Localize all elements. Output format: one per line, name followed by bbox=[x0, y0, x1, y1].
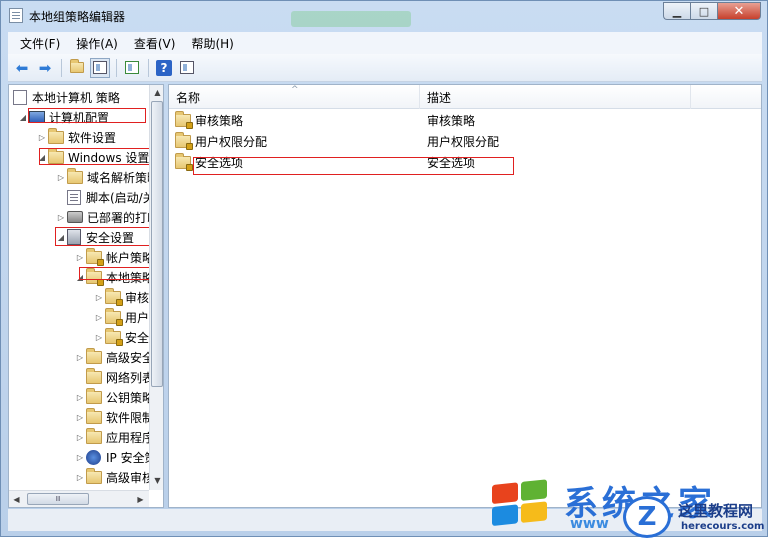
list-item-description: 审核策略 bbox=[427, 114, 476, 128]
title-bar[interactable]: 本地组策略编辑器 ▁ □ ✕ bbox=[1, 1, 767, 31]
folder-icon bbox=[86, 367, 102, 384]
menu-file[interactable]: 文件(F) bbox=[12, 35, 68, 52]
maximize-button[interactable]: □ bbox=[690, 2, 717, 20]
help-icon[interactable]: ? bbox=[154, 58, 174, 78]
collapse-arrow-icon[interactable]: ▷ bbox=[74, 393, 86, 402]
list-item-audit-policy[interactable]: 审核策略 审核策略 bbox=[169, 110, 761, 131]
collapse-arrow-icon[interactable]: ▷ bbox=[74, 433, 86, 442]
export-list-icon[interactable] bbox=[122, 58, 142, 78]
list-item-name: 用户权限分配 bbox=[195, 135, 268, 149]
folder-icon bbox=[67, 167, 83, 184]
menu-view[interactable]: 查看(V) bbox=[126, 35, 184, 52]
folder-icon bbox=[86, 427, 102, 444]
tree-item-account-policies[interactable]: ▷ 帐户策略 bbox=[74, 247, 154, 267]
collapse-arrow-icon[interactable]: ▷ bbox=[93, 333, 105, 342]
app-document-icon bbox=[9, 8, 23, 23]
menu-bar: 文件(F) 操作(A) 查看(V) 帮助(H) bbox=[8, 32, 762, 54]
show-hide-tree-icon[interactable] bbox=[90, 57, 110, 78]
properties-icon[interactable] bbox=[177, 58, 197, 78]
tree-vertical-scroll-thumb[interactable] bbox=[151, 101, 163, 387]
printer-icon bbox=[67, 211, 83, 223]
sort-caret-icon: ^ bbox=[291, 85, 299, 95]
tree-root-label: 本地计算机 策略 bbox=[32, 90, 120, 105]
windows-flag-logo-icon bbox=[492, 479, 550, 529]
collapse-arrow-icon[interactable]: ▷ bbox=[93, 293, 105, 302]
tree-item-label: 公钥策略 bbox=[106, 390, 155, 405]
window-controls: ▁ □ ✕ bbox=[663, 2, 761, 20]
folder-lock-icon bbox=[175, 111, 193, 129]
folder-icon bbox=[86, 467, 102, 484]
tree-item-scripts[interactable]: 脚本(启动/关机) bbox=[55, 187, 163, 207]
folder-lock-icon bbox=[86, 247, 104, 266]
annotation-box bbox=[193, 157, 514, 175]
script-icon bbox=[67, 189, 81, 205]
forward-arrow-icon[interactable]: ➡ bbox=[35, 58, 55, 78]
collapse-arrow-icon[interactable]: ▷ bbox=[93, 313, 105, 322]
watermark-site-name: 这里教程网 bbox=[678, 502, 754, 520]
collapse-arrow-icon[interactable]: ▷ bbox=[74, 253, 86, 262]
list-column-header: 名称 ^ 描述 bbox=[169, 85, 761, 109]
toolbar-separator bbox=[116, 58, 117, 77]
back-arrow-icon[interactable]: ⬅ bbox=[12, 58, 32, 78]
annotation-box bbox=[55, 227, 163, 246]
column-header-description[interactable]: 描述 bbox=[420, 85, 691, 109]
toolbar-separator bbox=[148, 58, 149, 77]
watermark-domain: herecours.com bbox=[681, 521, 765, 532]
tree-root[interactable]: 本地计算机 策略 bbox=[13, 87, 120, 107]
tree-horizontal-scroll-thumb[interactable]: Ⅲ bbox=[27, 493, 89, 505]
tree-item-label: 软件设置 bbox=[68, 130, 117, 145]
folder-icon bbox=[86, 347, 102, 364]
watermark-badge-icon: Z bbox=[623, 496, 671, 538]
tree-horizontal-scrollbar[interactable]: ◀ Ⅲ ▶ bbox=[9, 490, 149, 507]
console-tree-pane[interactable]: 本地计算机 策略 ◢ 计算机配置 ▷ 软件设置 ◢ Windows 设置 ▷ 域 bbox=[8, 84, 164, 508]
tree-item-software-settings[interactable]: ▷ 软件设置 bbox=[36, 127, 116, 147]
tree-item-name-resolution[interactable]: ▷ 域名解析策略 bbox=[55, 167, 159, 187]
list-item-user-rights[interactable]: 用户权限分配 用户权限分配 bbox=[169, 131, 761, 152]
up-folder-icon[interactable] bbox=[67, 58, 87, 78]
scroll-left-icon[interactable]: ◀ bbox=[9, 492, 24, 507]
folder-lock-icon bbox=[175, 132, 193, 150]
collapse-arrow-icon[interactable]: ▷ bbox=[55, 173, 67, 182]
list-item-name: 审核策略 bbox=[195, 114, 244, 128]
annotation-box bbox=[28, 108, 146, 123]
details-pane[interactable]: 名称 ^ 描述 审核策略 审核策略 用户权限分配 用户权限分配 安全选项 安全选… bbox=[168, 84, 762, 508]
scroll-right-icon[interactable]: ▶ bbox=[133, 492, 148, 507]
folder-lock-icon bbox=[105, 287, 123, 306]
scroll-down-icon[interactable]: ▼ bbox=[150, 473, 163, 488]
close-button[interactable]: ✕ bbox=[717, 2, 761, 20]
folder-icon bbox=[86, 387, 102, 404]
toolbar: ⬅ ➡ ? bbox=[8, 54, 762, 82]
collapse-arrow-icon[interactable]: ▷ bbox=[55, 213, 67, 222]
collapse-arrow-icon[interactable]: ▷ bbox=[74, 453, 86, 462]
menu-action[interactable]: 操作(A) bbox=[68, 35, 126, 52]
tree-item-printers[interactable]: ▷ 已部署的打印机 bbox=[55, 207, 163, 227]
toolbar-separator bbox=[61, 58, 62, 77]
annotation-box bbox=[39, 148, 157, 165]
folder-icon bbox=[48, 127, 64, 144]
group-policy-editor-window: 本地组策略编辑器 ▁ □ ✕ 文件(F) 操作(A) 查看(V) 帮助(H) ⬅… bbox=[0, 0, 768, 538]
minimize-button[interactable]: ▁ bbox=[663, 2, 690, 20]
folder-lock-icon bbox=[105, 327, 123, 346]
menu-help[interactable]: 帮助(H) bbox=[183, 35, 241, 52]
window-title: 本地组策略编辑器 bbox=[29, 10, 126, 24]
title-glow-decoration bbox=[291, 11, 411, 27]
folder-lock-icon bbox=[105, 307, 123, 326]
list-item-description: 用户权限分配 bbox=[427, 135, 500, 149]
collapse-arrow-icon[interactable]: ▷ bbox=[36, 133, 48, 142]
tree-item-label: 帐户策略 bbox=[106, 250, 155, 265]
tree-vertical-scrollbar[interactable]: ▲ ▼ bbox=[149, 85, 163, 490]
collapse-arrow-icon[interactable]: ▷ bbox=[74, 413, 86, 422]
tree-item-public-key[interactable]: ▷ 公钥策略 bbox=[74, 387, 154, 407]
folder-icon bbox=[86, 407, 102, 424]
collapse-arrow-icon[interactable]: ▷ bbox=[74, 473, 86, 482]
folder-lock-icon bbox=[175, 153, 193, 171]
site-watermark: 系统之家 www Z 这里教程网 herecours.com bbox=[488, 474, 768, 538]
collapse-arrow-icon[interactable]: ▷ bbox=[74, 353, 86, 362]
scroll-up-icon[interactable]: ▲ bbox=[150, 85, 163, 100]
watermark-url: www bbox=[570, 516, 609, 532]
policy-document-icon bbox=[13, 89, 27, 105]
ip-security-icon bbox=[86, 449, 101, 465]
